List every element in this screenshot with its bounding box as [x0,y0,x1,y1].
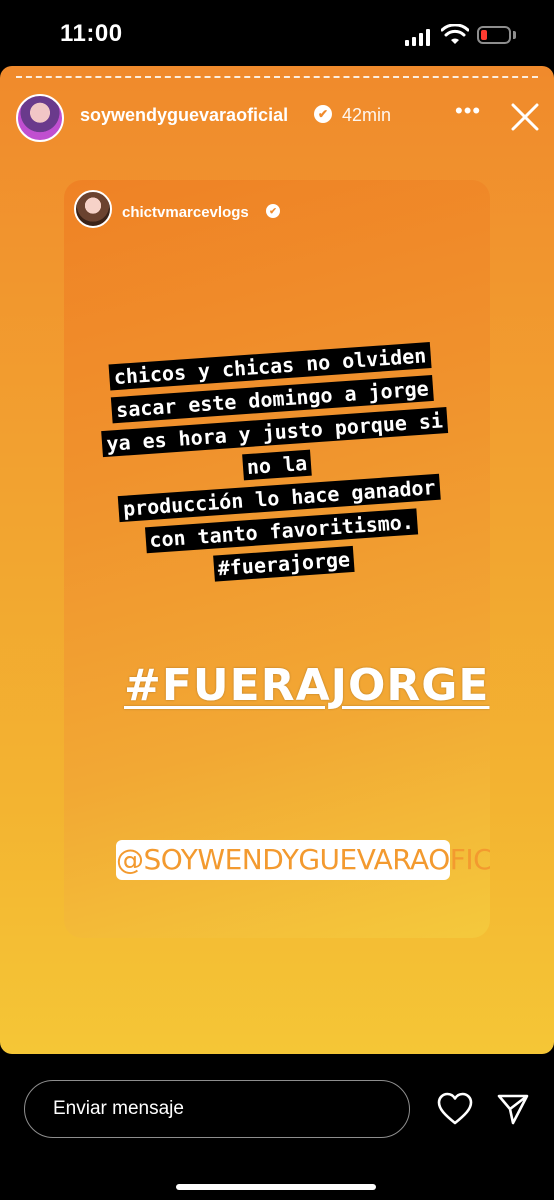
more-icon[interactable]: ••• [455,100,481,124]
signal-icon [405,28,433,46]
shared-post-caption: chicos y chicas no olviden sacar este do… [64,335,490,595]
status-bar: 11:00 [0,0,554,66]
story-viewer[interactable]: soywendyguevaraoficial ✔ 42min ••• chict… [0,66,554,1054]
battery-icon [477,26,511,44]
shared-post-card[interactable]: chictvmarcevlogs ✔ chicos y chicas no ol… [64,180,490,938]
home-indicator[interactable] [176,1184,376,1190]
caption-line: #fuerajorge [212,545,355,582]
shared-post-username[interactable]: chictvmarcevlogs [122,204,249,221]
mention-sticker[interactable]: @SOYWENDYGUEVARAOFICIAL [116,840,490,880]
close-icon[interactable] [508,100,542,134]
caption-line: no la [242,449,312,481]
wifi-icon [441,24,469,44]
story-owner-username[interactable]: soywendyguevaraoficial [80,105,288,126]
shared-post-verified-icon: ✔ [266,204,280,218]
shared-post-avatar[interactable] [74,190,112,228]
hashtag-sticker[interactable]: #FUERAJORGE [124,660,489,711]
story-owner-avatar[interactable] [16,94,64,142]
send-icon[interactable] [496,1092,530,1126]
story-progress-bar [16,76,538,78]
story-time-ago: 42min [342,105,392,125]
battery-cap [513,31,516,39]
send-message-input[interactable]: Enviar mensaje [24,1080,410,1138]
status-time: 11:00 [60,20,123,47]
verified-badge-icon: ✔ [314,105,332,123]
heart-icon[interactable] [437,1092,473,1126]
